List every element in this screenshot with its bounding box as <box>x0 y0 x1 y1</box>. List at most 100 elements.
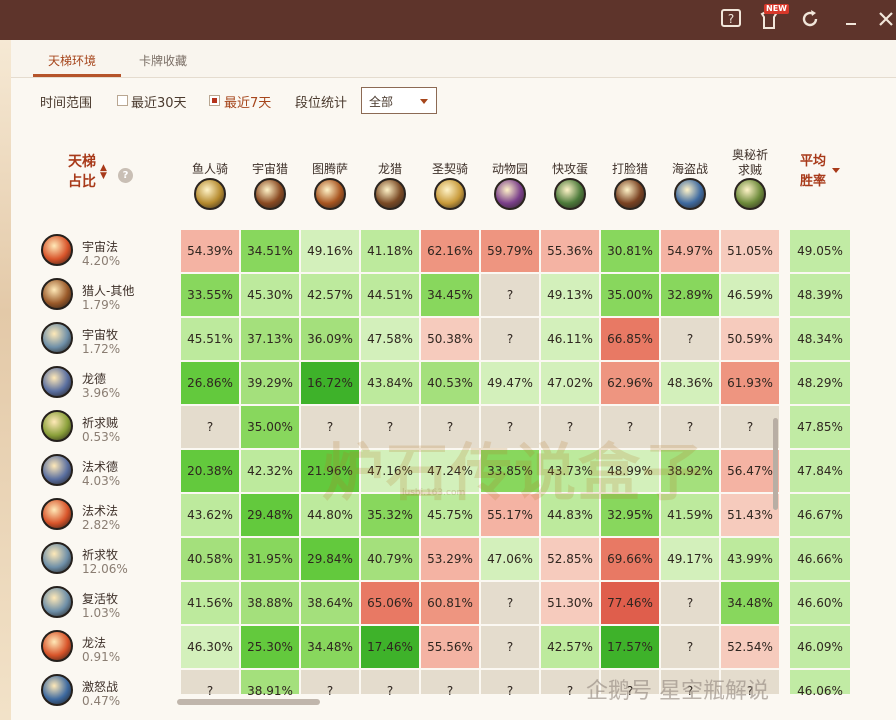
column-header-6[interactable]: 快攻蛋 <box>542 162 598 177</box>
row-deck-name[interactable]: 复活牧 <box>82 590 118 607</box>
column-header-1[interactable]: 宇宙猎 <box>242 162 298 177</box>
minimize-icon[interactable] <box>839 8 863 32</box>
winrate-cell[interactable]: 53.29% <box>421 538 479 580</box>
row-deck-name[interactable]: 宇宙牧 <box>82 326 118 343</box>
winrate-cell[interactable]: 51.30% <box>541 582 599 624</box>
option-7-days[interactable]: 最近7天 <box>224 92 271 111</box>
refresh-icon[interactable] <box>798 8 822 32</box>
winrate-cell[interactable]: 65.06% <box>361 582 419 624</box>
sort-icon[interactable]: ▲ ▼ <box>100 164 107 181</box>
winrate-cell[interactable]: 54.97% <box>661 230 719 272</box>
winrate-cell[interactable]: 29.84% <box>301 538 359 580</box>
column-header-3[interactable]: 龙猎 <box>362 162 418 177</box>
winrate-cell[interactable]: 42.57% <box>301 274 359 316</box>
winrate-cell[interactable]: 50.59% <box>721 318 779 360</box>
winrate-cell[interactable]: 48.36% <box>661 362 719 404</box>
winrate-cell[interactable]: 60.81% <box>421 582 479 624</box>
winrate-cell[interactable]: 49.13% <box>541 274 599 316</box>
winrate-cell[interactable]: ? <box>181 406 239 448</box>
horizontal-scrollbar[interactable] <box>177 699 320 705</box>
winrate-cell[interactable]: ? <box>661 318 719 360</box>
winrate-cell[interactable]: ? <box>481 626 539 668</box>
winrate-cell[interactable]: 40.79% <box>361 538 419 580</box>
winrate-cell[interactable]: ? <box>481 582 539 624</box>
winrate-cell[interactable]: 20.38% <box>181 450 239 492</box>
row-deck-name[interactable]: 龙德 <box>82 370 106 387</box>
winrate-cell[interactable]: 17.57% <box>601 626 659 668</box>
row-deck-name[interactable]: 激怒战 <box>82 678 118 695</box>
winrate-cell[interactable]: 16.72% <box>301 362 359 404</box>
winrate-cell[interactable]: 77.46% <box>601 582 659 624</box>
winrate-cell[interactable]: ? <box>481 318 539 360</box>
winrate-cell[interactable]: ? <box>661 626 719 668</box>
row-deck-name[interactable]: 法术德 <box>82 458 118 475</box>
winrate-cell[interactable]: 52.54% <box>721 626 779 668</box>
winrate-cell[interactable]: ? <box>301 670 359 698</box>
avg-winrate-header[interactable]: 平均胜率 <box>800 152 832 192</box>
vertical-scrollbar[interactable] <box>773 418 778 510</box>
winrate-cell[interactable]: 43.62% <box>181 494 239 536</box>
winrate-cell[interactable]: 51.05% <box>721 230 779 272</box>
option-30-days[interactable]: 最近30天 <box>131 92 187 111</box>
column-header-4[interactable]: 圣契骑 <box>422 162 478 177</box>
winrate-cell[interactable]: 55.36% <box>541 230 599 272</box>
column-header-2[interactable]: 图腾萨 <box>302 162 358 177</box>
tab-ladder[interactable]: 天梯环境 <box>48 52 96 69</box>
winrate-cell[interactable]: 49.16% <box>301 230 359 272</box>
column-header-5[interactable]: 动物园 <box>482 162 538 177</box>
winrate-cell[interactable]: 40.53% <box>421 362 479 404</box>
winrate-cell[interactable]: 38.64% <box>301 582 359 624</box>
winrate-cell[interactable]: 35.00% <box>601 274 659 316</box>
column-header-0[interactable]: 鱼人骑 <box>182 162 238 177</box>
winrate-cell[interactable]: 40.58% <box>181 538 239 580</box>
close-icon[interactable] <box>874 8 896 32</box>
row-deck-name[interactable]: 祈求贼 <box>82 414 118 431</box>
row-deck-name[interactable]: 龙法 <box>82 634 106 651</box>
winrate-cell[interactable]: 34.45% <box>421 274 479 316</box>
checkbox-30-days[interactable] <box>117 95 128 106</box>
winrate-cell[interactable]: 34.48% <box>301 626 359 668</box>
winrate-cell[interactable]: 49.17% <box>661 538 719 580</box>
winrate-cell[interactable]: 45.51% <box>181 318 239 360</box>
column-header-8[interactable]: 海盗战 <box>662 162 718 177</box>
winrate-cell[interactable]: 38.88% <box>241 582 299 624</box>
winrate-cell[interactable]: ? <box>481 670 539 698</box>
winrate-cell[interactable]: 35.00% <box>241 406 299 448</box>
winrate-cell[interactable]: 50.38% <box>421 318 479 360</box>
winrate-cell[interactable]: 45.30% <box>241 274 299 316</box>
winrate-cell[interactable]: 34.51% <box>241 230 299 272</box>
winrate-cell[interactable]: 62.16% <box>421 230 479 272</box>
winrate-cell[interactable]: 42.32% <box>241 450 299 492</box>
winrate-cell[interactable]: 61.93% <box>721 362 779 404</box>
winrate-cell[interactable]: ? <box>481 274 539 316</box>
row-deck-name[interactable]: 宇宙法 <box>82 238 118 255</box>
row-deck-name[interactable]: 法术法 <box>82 502 118 519</box>
winrate-cell[interactable]: ? <box>661 582 719 624</box>
column-header-7[interactable]: 打脸猎 <box>602 162 658 177</box>
winrate-cell[interactable]: 42.57% <box>541 626 599 668</box>
winrate-cell[interactable]: 25.30% <box>241 626 299 668</box>
rank-select[interactable]: 全部 <box>361 87 437 114</box>
winrate-cell[interactable]: 36.09% <box>301 318 359 360</box>
winrate-cell[interactable]: 46.11% <box>541 318 599 360</box>
winrate-cell[interactable]: ? <box>361 670 419 698</box>
winrate-cell[interactable]: 26.86% <box>181 362 239 404</box>
winrate-cell[interactable]: 29.48% <box>241 494 299 536</box>
winrate-cell[interactable]: ? <box>181 670 239 698</box>
winrate-cell[interactable]: 41.18% <box>361 230 419 272</box>
winrate-cell[interactable]: 38.91% <box>241 670 299 698</box>
winrate-cell[interactable]: 30.81% <box>601 230 659 272</box>
winrate-cell[interactable]: 46.59% <box>721 274 779 316</box>
winrate-cell[interactable]: 56.47% <box>721 450 779 492</box>
winrate-cell[interactable]: 39.29% <box>241 362 299 404</box>
sort-desc-icon[interactable] <box>832 168 840 173</box>
winrate-cell[interactable]: 44.51% <box>361 274 419 316</box>
help-circle-icon[interactable]: ? <box>118 168 133 183</box>
winrate-cell[interactable]: 66.85% <box>601 318 659 360</box>
row-deck-name[interactable]: 猎人-其他 <box>82 282 134 299</box>
winrate-cell[interactable]: 46.30% <box>181 626 239 668</box>
winrate-cell[interactable]: 41.56% <box>181 582 239 624</box>
winrate-cell[interactable]: 43.99% <box>721 538 779 580</box>
tab-collection[interactable]: 卡牌收藏 <box>139 52 187 69</box>
winrate-cell[interactable]: 37.13% <box>241 318 299 360</box>
